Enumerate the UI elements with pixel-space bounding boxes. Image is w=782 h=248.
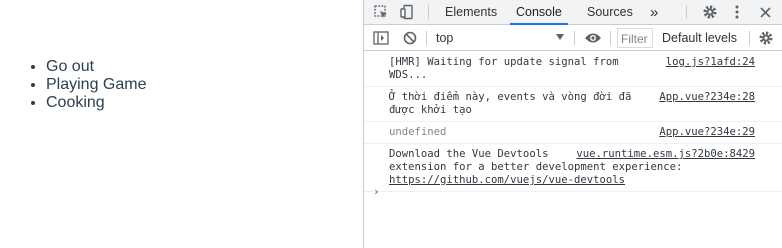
filter-input[interactable]: Filter: [617, 28, 653, 48]
console-message: Download the Vue Devtools extension for …: [364, 144, 782, 192]
tab-console[interactable]: Console: [510, 0, 568, 25]
toolbar-divider: [686, 5, 687, 19]
console-message: undefined App.vue?234e:29: [364, 122, 782, 144]
chevron-down-icon[interactable]: [556, 34, 564, 40]
devtools-tab-bar: Elements Console Sources »: [364, 0, 782, 25]
console-prompt[interactable]: ›: [373, 185, 380, 198]
device-toolbar-icon[interactable]: [398, 0, 416, 24]
live-expression-eye-icon[interactable]: [583, 29, 603, 47]
console-output: [HMR] Waiting for update signal from WDS…: [364, 52, 782, 248]
sidebar-toggle-icon[interactable]: [372, 29, 390, 47]
tab-sources[interactable]: Sources: [587, 0, 633, 24]
log-levels-dropdown[interactable]: Default levels: [662, 31, 737, 45]
message-source-link[interactable]: log.js?1afd:24: [666, 56, 755, 69]
toolbar-divider: [610, 31, 611, 45]
message-source-link[interactable]: App.vue?234e:29: [659, 126, 755, 139]
devtools-panel: Elements Console Sources » top Filter De…: [363, 0, 782, 248]
hobby-list: Go out Playing Game Cooking: [46, 58, 147, 112]
toolbar-divider: [749, 31, 750, 45]
context-selector[interactable]: top: [436, 31, 453, 45]
message-source-link[interactable]: App.vue?234e:28: [659, 91, 755, 104]
console-toolbar: top Filter Default levels: [364, 25, 782, 51]
toolbar-divider: [428, 5, 429, 19]
settings-gear-icon[interactable]: [701, 0, 719, 24]
close-icon[interactable]: [757, 0, 773, 24]
tab-elements[interactable]: Elements: [445, 0, 497, 24]
more-tabs-button[interactable]: »: [650, 0, 658, 24]
list-item: Cooking: [46, 94, 147, 112]
message-source-link[interactable]: vue.runtime.esm.js?2b0e:8429: [576, 148, 755, 161]
toolbar-divider: [426, 31, 427, 45]
clear-console-icon[interactable]: [401, 29, 419, 47]
list-item: Go out: [46, 58, 147, 76]
inspect-element-icon[interactable]: [372, 0, 390, 24]
console-settings-gear-icon[interactable]: [757, 29, 775, 47]
list-item: Playing Game: [46, 76, 147, 94]
more-options-icon[interactable]: [731, 0, 743, 24]
devtools-github-link[interactable]: https://github.com/vuejs/vue-devtools: [389, 174, 625, 186]
toolbar-divider: [574, 31, 575, 45]
console-message: [HMR] Waiting for update signal from WDS…: [364, 52, 782, 87]
page-viewport: Go out Playing Game Cooking: [0, 0, 363, 248]
console-message: Ở thời điểm này, events và vòng đời đã đ…: [364, 87, 782, 122]
